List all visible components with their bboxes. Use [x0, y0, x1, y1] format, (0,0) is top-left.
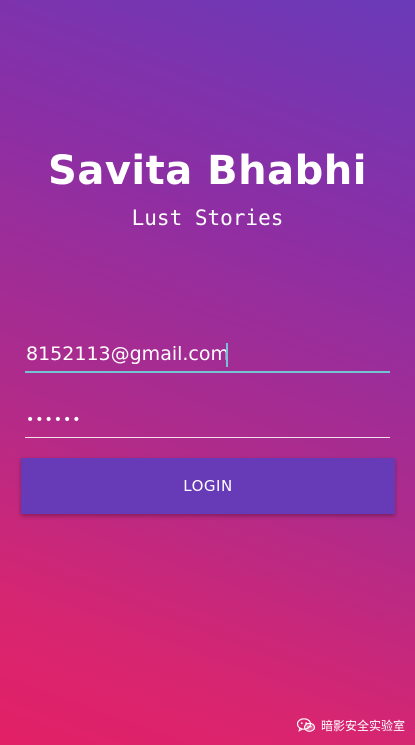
- watermark: 暗影安全实验室: [296, 717, 405, 734]
- wechat-icon: [296, 718, 315, 733]
- login-button[interactable]: LOGIN: [21, 458, 395, 514]
- app-subtitle: Lust Stories: [131, 206, 284, 230]
- watermark-text: 暗影安全实验室: [320, 719, 405, 733]
- email-field[interactable]: [25, 339, 390, 369]
- app-title: Savita Bhabhi: [48, 148, 367, 194]
- text-cursor: [226, 343, 228, 367]
- email-field-container: [25, 339, 390, 373]
- password-field-container: [25, 405, 390, 438]
- password-field[interactable]: [25, 405, 390, 435]
